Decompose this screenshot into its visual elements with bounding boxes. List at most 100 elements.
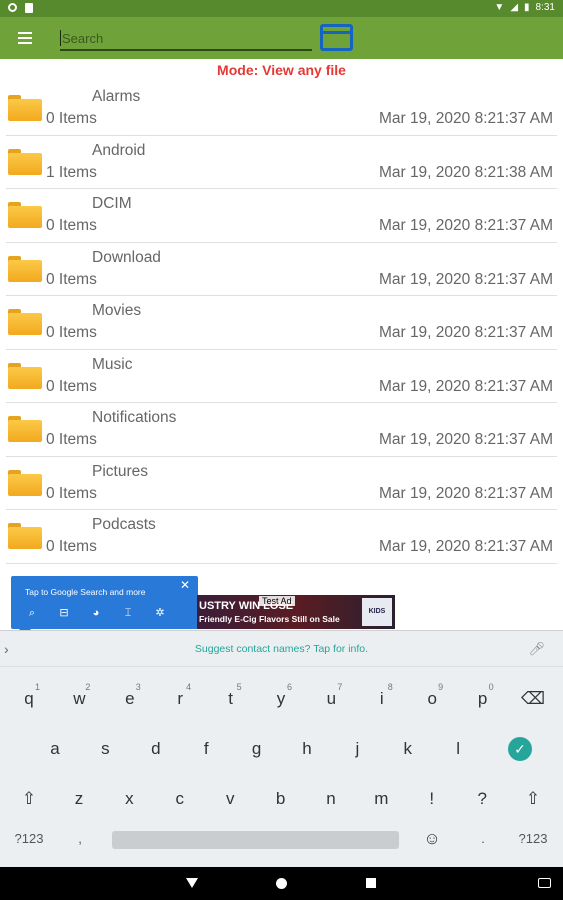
folder-name: Alarms [92,88,141,105]
home-icon[interactable] [276,878,287,889]
key-g[interactable]: g [232,727,282,771]
search-icon[interactable]: ⌕ [25,606,39,620]
hamburger-menu-icon[interactable] [18,32,32,44]
key-row-1: q1w2e3r4t5y6u7i8o9p0 [0,677,563,727]
text-cursor [60,30,61,46]
key-z[interactable]: z [54,777,104,821]
emoji-icon[interactable]: ☺ [407,817,457,861]
folder-name: DCIM [92,195,132,212]
item-count: 0 Items [46,377,97,395]
modified-date: Mar 19, 2020 8:21:37 AM [378,431,553,448]
key-b[interactable]: b [256,777,306,821]
file-row[interactable]: Notifications 0 Items Mar 19, 2020 8:21:37… [6,403,557,457]
file-row[interactable]: Download 0 Items Mar 19, 2020 8:21:37 AM [6,243,557,296]
file-row[interactable]: Pictures 0 Items Mar 19, 2020 8:21:37 AM [6,457,557,510]
folder-icon [8,523,42,549]
key-exclamation[interactable]: ! [407,777,457,821]
file-row[interactable]: Podcasts 0 Items Mar 19, 2020 8:21:37 AM [6,510,557,564]
key-v[interactable]: v [205,777,255,821]
folder-name: Pictures [92,462,148,480]
key-k[interactable]: k [383,727,433,771]
item-count: 0 Items [46,431,97,448]
modified-date: Mar 19, 2020 8:21:37 AM [378,377,553,395]
modified-date: Mar 19, 2020 8:21:37 AM [378,538,553,555]
enter-check-icon[interactable]: ✓ [508,737,532,761]
folder-icon [8,95,42,121]
signal-icon: ◢ [510,2,519,13]
folder-icon [8,202,42,228]
notification-icon [8,3,17,12]
key-a[interactable]: a [30,727,80,771]
settings-gear-icon[interactable]: ✲ [153,606,167,620]
folder-icon [8,416,42,442]
item-count: 0 Items [46,538,97,555]
backspace-icon[interactable]: ⌫ [508,677,558,721]
key-n[interactable]: n [306,777,356,821]
key-d[interactable]: d [131,727,181,771]
modified-date: Mar 19, 2020 8:21:37 AM [378,217,553,234]
suggestion-text[interactable]: Suggest contact names? Tap for info. [0,643,563,655]
key-c[interactable]: c [155,777,205,821]
key-question[interactable]: ? [457,777,507,821]
wifi-icon: ▼ [494,2,505,13]
clock: 8:31 [535,2,555,13]
symbols-key-left[interactable]: ?123 [4,817,54,861]
sd-card-icon [25,3,33,13]
view-mode-card-icon[interactable] [320,24,353,51]
period-key[interactable]: . [458,817,508,861]
file-row[interactable]: Android 1 Items Mar 19, 2020 8:21:38 AM [6,136,557,189]
ad-logo: KIDS [362,598,392,626]
key-w[interactable]: w2 [54,677,104,721]
shift-right-icon[interactable]: ⇧ [508,777,558,821]
file-row[interactable]: Alarms 0 Items Mar 19, 2020 8:21:37 AM [6,82,557,136]
item-count: 0 Items [46,324,97,341]
item-count: 0 Items [46,484,97,502]
toolbar [0,17,563,59]
key-m[interactable]: m [356,777,406,821]
folder-icon [8,362,42,389]
key-y[interactable]: y6 [256,677,306,721]
folder-icon [8,255,42,282]
key-j[interactable]: j [332,727,382,771]
close-icon[interactable]: ✕ [180,578,190,592]
ad-banner[interactable]: USTRY WIN LOSE Friendly E-Cig Flavors St… [197,595,395,629]
comma-key[interactable]: , [55,817,105,861]
google-search-popup[interactable]: Tap to Google Search and more ✕ ⌕ ⊟ ◕ ⌶ … [11,576,198,636]
key-f[interactable]: f [181,727,231,771]
file-row[interactable]: DCIM 0 Items Mar 19, 2020 8:21:37 AM [6,189,557,243]
folder-name: Android [92,141,146,159]
ad-subtext: Friendly E-Cig Flavors Still on Sale [199,614,340,624]
key-s[interactable]: s [80,727,130,771]
key-h[interactable]: h [282,727,332,771]
file-row[interactable]: Music 0 Items Mar 19, 2020 8:21:37 AM [6,350,557,403]
file-row[interactable]: Movies 0 Items Mar 19, 2020 8:21:37 AM [6,296,557,350]
suggestion-strip[interactable]: › Suggest contact names? Tap for info. 🎤… [0,631,563,667]
key-i[interactable]: i8 [357,677,407,721]
key-x[interactable]: x [104,777,154,821]
palette-icon[interactable]: ◕ [89,606,103,620]
soft-keyboard: › Suggest contact names? Tap for info. 🎤… [0,630,563,867]
key-q[interactable]: q1 [4,677,54,721]
translate-icon[interactable]: ⊟ [57,606,71,620]
navigation-bar [0,867,563,900]
modified-date: Mar 19, 2020 8:21:37 AM [378,484,553,502]
symbols-key-right[interactable]: ?123 [508,817,558,861]
folder-name: Notifications [92,409,177,426]
key-u[interactable]: u7 [306,677,356,721]
key-r[interactable]: r4 [155,677,205,721]
keyboard-switch-icon[interactable] [538,878,551,888]
text-cursor-icon[interactable]: ⌶ [121,606,135,620]
key-p[interactable]: p0 [458,677,508,721]
search-input[interactable] [60,27,312,51]
microphone-icon[interactable]: 🎤︎ [528,641,545,657]
space-bar[interactable] [112,831,399,849]
key-t[interactable]: t5 [206,677,256,721]
item-count: 0 Items [46,270,97,288]
key-o[interactable]: o9 [407,677,457,721]
recents-icon[interactable] [366,878,376,888]
key-e[interactable]: e3 [105,677,155,721]
key-l[interactable]: l [433,727,483,771]
back-icon[interactable] [186,878,198,888]
modified-date: Mar 19, 2020 8:21:37 AM [378,324,553,341]
shift-left-icon[interactable]: ⇧ [4,777,54,821]
